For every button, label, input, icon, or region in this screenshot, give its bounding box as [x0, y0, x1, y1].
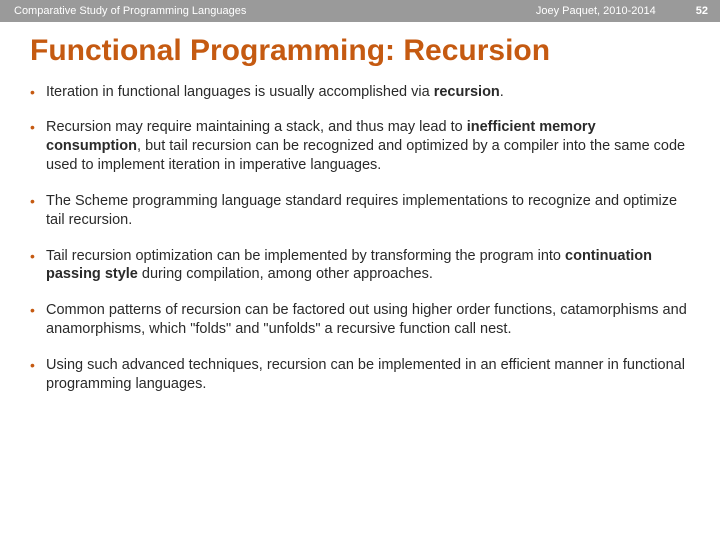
- list-item: Recursion may require maintaining a stac…: [30, 118, 690, 175]
- slide-title: Functional Programming: Recursion: [0, 22, 720, 83]
- course-title: Comparative Study of Programming Languag…: [14, 5, 246, 17]
- list-item: Iteration in functional languages is usu…: [30, 83, 690, 102]
- list-item: Tail recursion optimization can be imple…: [30, 247, 690, 285]
- slide-header: Comparative Study of Programming Languag…: [0, 0, 720, 22]
- list-item: The Scheme programming language standard…: [30, 192, 690, 230]
- bullet-list: Iteration in functional languages is usu…: [30, 83, 690, 394]
- page-number: 52: [696, 5, 708, 17]
- slide-content: Iteration in functional languages is usu…: [0, 83, 720, 394]
- list-item: Using such advanced techniques, recursio…: [30, 356, 690, 394]
- list-item: Common patterns of recursion can be fact…: [30, 301, 690, 339]
- author-info: Joey Paquet, 2010-2014: [536, 5, 696, 17]
